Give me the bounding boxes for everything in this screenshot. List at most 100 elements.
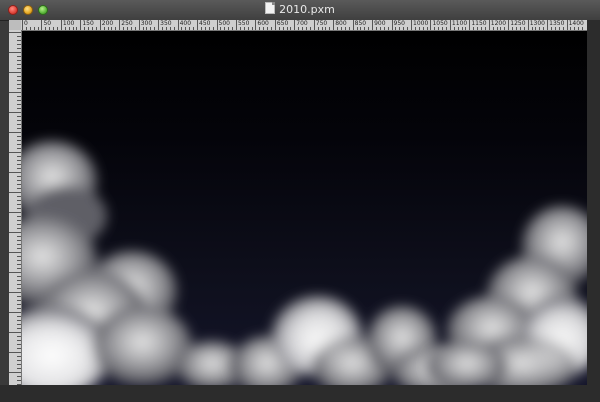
ruler-minor-tick bbox=[403, 27, 405, 30]
ruler-minor-tick bbox=[9, 332, 21, 333]
ruler-minor-tick bbox=[578, 27, 580, 30]
ruler-minor-tick bbox=[17, 340, 21, 341]
ruler-major-tick bbox=[352, 20, 354, 30]
ruler-minor-tick bbox=[17, 248, 21, 249]
ruler-minor-tick bbox=[228, 27, 230, 30]
ruler-minor-tick bbox=[9, 72, 21, 73]
ruler-minor-tick bbox=[189, 27, 191, 30]
ruler-minor-tick bbox=[570, 27, 572, 30]
ruler-minor-tick bbox=[49, 27, 51, 30]
ruler-minor-tick bbox=[9, 212, 21, 213]
ruler-minor-tick bbox=[17, 228, 21, 229]
cloud-artwork bbox=[22, 141, 587, 385]
ruler-minor-tick bbox=[9, 352, 21, 353]
ruler-minor-tick bbox=[383, 27, 385, 30]
ruler-minor-tick bbox=[17, 56, 21, 57]
ruler-minor-tick bbox=[134, 27, 136, 30]
ruler-minor-tick bbox=[17, 44, 21, 45]
ruler-minor-tick bbox=[17, 148, 21, 149]
ruler-major-tick bbox=[469, 20, 471, 30]
ruler-minor-tick bbox=[368, 27, 370, 30]
vertical-ruler[interactable] bbox=[9, 30, 22, 385]
document-window: 2010.pxm 0 50 100 150 200 250 300 350 400 450 500 5… bbox=[0, 0, 600, 402]
ruler-minor-tick bbox=[9, 132, 21, 133]
ruler-minor-tick bbox=[127, 27, 129, 30]
ruler-minor-tick bbox=[473, 27, 475, 30]
ruler-minor-tick bbox=[247, 27, 249, 30]
ruler-major-tick bbox=[60, 20, 62, 30]
ruler-minor-tick bbox=[9, 92, 21, 93]
ruler-minor-tick bbox=[17, 244, 21, 245]
ruler-minor-tick bbox=[17, 60, 21, 61]
ruler-minor-tick bbox=[453, 27, 455, 30]
ruler-minor-tick bbox=[53, 27, 55, 30]
ruler-minor-tick bbox=[399, 27, 401, 30]
ruler-minor-tick bbox=[17, 296, 21, 297]
ruler-minor-tick bbox=[574, 27, 576, 30]
ruler-major-tick bbox=[177, 20, 179, 30]
ruler-minor-tick bbox=[17, 264, 21, 265]
ruler-minor-tick bbox=[17, 356, 21, 357]
ruler-major-tick bbox=[333, 20, 335, 30]
ruler-minor-tick bbox=[457, 27, 459, 30]
ruler-minor-tick bbox=[395, 27, 397, 30]
ruler-minor-tick bbox=[103, 27, 105, 30]
ruler-minor-tick bbox=[17, 260, 21, 261]
ruler-minor-tick bbox=[484, 27, 486, 30]
ruler-minor-tick bbox=[224, 27, 226, 30]
ruler-minor-tick bbox=[302, 27, 304, 30]
ruler-major-tick bbox=[372, 20, 374, 30]
ruler-minor-tick bbox=[562, 27, 564, 30]
ruler-major-tick bbox=[274, 20, 276, 30]
ruler-label: 750 bbox=[315, 20, 328, 27]
ruler-minor-tick bbox=[17, 188, 21, 189]
ruler-minor-tick bbox=[375, 27, 377, 30]
ruler-minor-tick bbox=[9, 172, 21, 173]
ruler-minor-tick bbox=[17, 320, 21, 321]
ruler-minor-tick bbox=[17, 240, 21, 241]
ruler-minor-tick bbox=[243, 27, 245, 30]
ruler-minor-tick bbox=[321, 27, 323, 30]
ruler-minor-tick bbox=[17, 200, 21, 201]
ruler-minor-tick bbox=[130, 27, 132, 30]
ruler-minor-tick bbox=[72, 27, 74, 30]
ruler-minor-tick bbox=[523, 27, 525, 30]
horizontal-ruler[interactable]: 0 50 100 150 200 250 300 350 400 450 500 550 600 650 7… bbox=[21, 20, 587, 31]
ruler-minor-tick bbox=[45, 27, 47, 30]
ruler-minor-tick bbox=[17, 160, 21, 161]
title-bar[interactable]: 2010.pxm bbox=[0, 0, 600, 21]
ruler-label: 1100 bbox=[451, 20, 468, 27]
ruler-minor-tick bbox=[111, 27, 113, 30]
ruler-label: 150 bbox=[82, 20, 94, 27]
ruler-minor-tick bbox=[76, 27, 78, 30]
ruler-minor-tick bbox=[17, 180, 21, 181]
ruler-minor-tick bbox=[270, 27, 272, 30]
ruler-minor-tick bbox=[17, 204, 21, 205]
ruler-minor-tick bbox=[88, 27, 90, 30]
ruler-label: 1150 bbox=[471, 20, 487, 27]
ruler-minor-tick bbox=[17, 336, 21, 337]
ruler-major-tick bbox=[99, 20, 101, 30]
ruler-minor-tick bbox=[278, 27, 280, 30]
ruler-minor-tick bbox=[17, 68, 21, 69]
ruler-minor-tick bbox=[165, 27, 167, 30]
ruler-minor-tick bbox=[290, 27, 292, 30]
ruler-minor-tick bbox=[17, 348, 21, 349]
ruler-minor-tick bbox=[465, 27, 467, 30]
ruler-label: 50 bbox=[43, 20, 52, 27]
ruler-minor-tick bbox=[17, 328, 21, 329]
ruler-minor-tick bbox=[379, 27, 381, 30]
ruler-minor-tick bbox=[17, 84, 21, 85]
ruler-minor-tick bbox=[92, 27, 94, 30]
ruler-label: 950 bbox=[393, 20, 405, 27]
ruler-label: 1000 bbox=[413, 20, 429, 27]
ruler-major-tick bbox=[197, 20, 199, 30]
ruler-minor-tick bbox=[185, 27, 187, 30]
ruler-minor-tick bbox=[17, 140, 21, 141]
image-canvas[interactable] bbox=[22, 31, 587, 385]
ruler-minor-tick bbox=[282, 27, 284, 30]
ruler-minor-tick bbox=[17, 216, 21, 217]
ruler-major-tick bbox=[255, 20, 257, 30]
ruler-label: 1400 bbox=[568, 20, 584, 27]
ruler-minor-tick bbox=[17, 128, 21, 129]
